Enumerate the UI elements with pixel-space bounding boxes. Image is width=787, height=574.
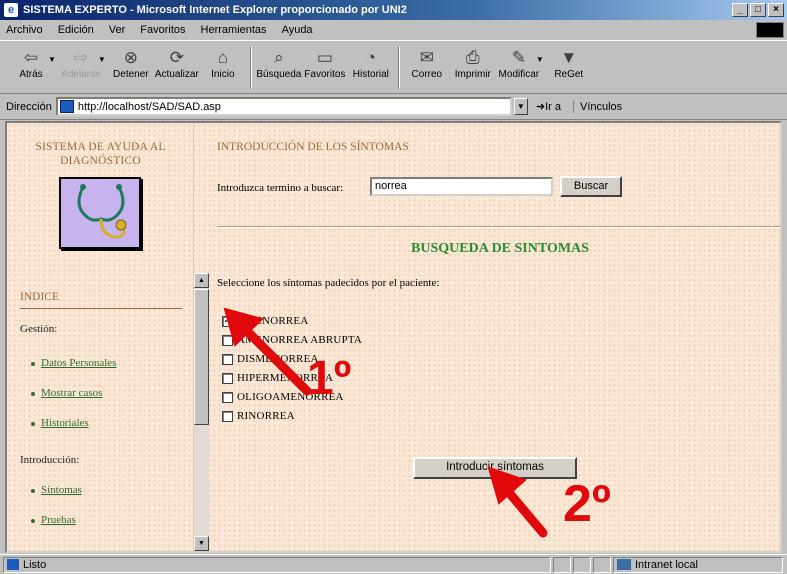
address-url: http://localhost/SAD/SAD.asp bbox=[77, 100, 221, 113]
page-content: SISTEMA DE AYUDA AL DIAGNÓSTICO INDICE G… bbox=[5, 121, 782, 553]
menu-ayuda[interactable]: Ayuda bbox=[282, 24, 313, 36]
instruction-text: Seleccione los síntomas padecidos por el… bbox=[217, 277, 440, 289]
printer-icon: ⎙ bbox=[466, 48, 480, 67]
address-input[interactable]: http://localhost/SAD/SAD.asp bbox=[55, 97, 512, 116]
symptom-checkbox[interactable] bbox=[222, 334, 233, 346]
status-section bbox=[573, 556, 591, 573]
windows-logo-icon bbox=[756, 22, 784, 38]
left-frame-scrollbar[interactable]: ▲ ▼ bbox=[194, 273, 209, 551]
symptom-checkbox[interactable] bbox=[222, 391, 233, 403]
search-button[interactable]: Buscar bbox=[560, 176, 622, 197]
search-label: Introduzca termino a buscar: bbox=[217, 182, 344, 194]
index-heading: INDICE bbox=[20, 291, 59, 303]
reget-funnel-icon: ▼ bbox=[560, 48, 578, 67]
forward-dropdown-icon[interactable]: ▼ bbox=[98, 55, 106, 64]
status-text-section: Listo bbox=[3, 556, 551, 573]
page-done-icon bbox=[7, 559, 19, 570]
mail-icon: ✉ bbox=[419, 48, 434, 67]
menu-edicion[interactable]: Edición bbox=[58, 24, 94, 36]
history-button[interactable]: ◔ Historial bbox=[348, 47, 394, 80]
stop-icon: ⊗ bbox=[123, 48, 138, 67]
symptom-item[interactable]: AMENORREA ABRUPTA bbox=[222, 334, 362, 346]
scrollbar-thumb[interactable] bbox=[194, 289, 209, 425]
symptom-item[interactable]: ✓ AMENORREA bbox=[222, 315, 308, 327]
symptom-checkbox[interactable] bbox=[222, 372, 233, 384]
system-title: SISTEMA DE AYUDA AL DIAGNÓSTICO bbox=[35, 141, 166, 167]
links-button[interactable]: Vínculos bbox=[572, 100, 622, 113]
address-bar: Dirección http://localhost/SAD/SAD.asp ▼… bbox=[0, 94, 787, 120]
symptom-item[interactable]: RINORREA bbox=[222, 410, 295, 422]
page-title: INTRODUCCIÓN DE LOS SÍNTOMAS bbox=[217, 141, 409, 153]
back-arrow-icon: ⇦ bbox=[23, 48, 39, 67]
status-section bbox=[593, 556, 611, 573]
index-divider bbox=[20, 308, 182, 309]
gestion-label: Gestión: bbox=[20, 323, 58, 335]
scroll-down-icon[interactable]: ▼ bbox=[194, 536, 209, 551]
stethoscope-logo-icon bbox=[59, 177, 141, 249]
address-dropdown-icon[interactable]: ▼ bbox=[513, 98, 528, 115]
menu-herramientas[interactable]: Herramientas bbox=[201, 24, 267, 36]
step-1-annotation: 1º bbox=[307, 352, 352, 405]
history-icon: ◔ bbox=[365, 48, 376, 67]
address-label: Dirección bbox=[6, 100, 52, 113]
window-title-bar[interactable]: e SISTEMA EXPERTO - Microsoft Internet E… bbox=[0, 0, 787, 20]
nav-link-mostrar-casos[interactable]: Mostrar casos bbox=[31, 387, 102, 399]
close-button[interactable]: × bbox=[768, 3, 784, 17]
step-2-annotation: 2º bbox=[563, 475, 611, 533]
edit-dropdown-icon[interactable]: ▼ bbox=[536, 55, 544, 64]
toolbar-separator bbox=[397, 47, 400, 89]
left-frame: SISTEMA DE AYUDA AL DIAGNÓSTICO INDICE G… bbox=[7, 123, 194, 551]
refresh-icon: ⟳ bbox=[169, 48, 184, 67]
print-button[interactable]: ⎙ Imprimir bbox=[450, 47, 496, 80]
go-button[interactable]: ➜Ir a bbox=[536, 100, 561, 113]
reget-button[interactable]: ▼ ReGet bbox=[546, 47, 592, 80]
results-heading: BUSQUEDA DE SINTOMAS bbox=[411, 241, 589, 256]
nav-link-datos-personales[interactable]: Datos Personales bbox=[31, 357, 116, 369]
status-bar: Listo Intranet local bbox=[0, 554, 787, 574]
menu-ver[interactable]: Ver bbox=[109, 24, 126, 36]
forward-arrow-icon: ⇨ bbox=[73, 48, 89, 67]
scroll-up-icon[interactable]: ▲ bbox=[194, 273, 209, 288]
introduccion-label: Introducción: bbox=[20, 454, 80, 466]
search-input[interactable]: norrea bbox=[370, 177, 553, 196]
zone-section: Intranet local bbox=[613, 556, 783, 573]
section-divider bbox=[217, 226, 780, 228]
ie-logo-icon: e bbox=[4, 3, 18, 17]
nav-link-sintomas[interactable]: Sintomas bbox=[31, 484, 82, 496]
menu-archivo[interactable]: Archivo bbox=[6, 24, 43, 36]
favorites-button[interactable]: ▭ Favoritos bbox=[302, 47, 348, 80]
submit-symptoms-button[interactable]: Introducir síntomas bbox=[413, 457, 577, 479]
symptom-checkbox[interactable] bbox=[222, 410, 233, 422]
search-icon: ⌕ bbox=[274, 48, 284, 67]
maximize-button[interactable]: □ bbox=[750, 3, 766, 17]
home-button[interactable]: ⌂ Inicio bbox=[200, 47, 246, 80]
nav-link-historiales[interactable]: Historiales bbox=[31, 417, 89, 429]
edit-page-icon: ✎ bbox=[511, 48, 526, 67]
page-icon bbox=[59, 100, 74, 113]
toolbar-separator bbox=[249, 47, 252, 89]
mail-button[interactable]: ✉ Correo bbox=[404, 47, 450, 80]
refresh-button[interactable]: ⟳ Actualizar bbox=[154, 47, 200, 80]
home-icon: ⌂ bbox=[217, 48, 228, 67]
status-section bbox=[553, 556, 571, 573]
window-title: SISTEMA EXPERTO - Microsoft Internet Exp… bbox=[23, 4, 407, 16]
menu-bar: Archivo Edición Ver Favoritos Herramient… bbox=[0, 20, 787, 40]
nav-link-pruebas[interactable]: Pruebas bbox=[31, 514, 76, 526]
search-toolbar-button[interactable]: ⌕ Búsqueda bbox=[256, 47, 302, 80]
toolbar: ⇦ Atrás ▼ ⇨ Adelante ▼ ⊗ Detener ⟳ Actualiza… bbox=[0, 40, 787, 94]
symptom-item[interactable]: DISMENORREA bbox=[222, 353, 319, 365]
minimize-button[interactable]: _ bbox=[732, 3, 748, 17]
favorites-folder-icon: ▭ bbox=[316, 48, 333, 67]
intranet-icon bbox=[617, 559, 631, 570]
symptom-checkbox[interactable]: ✓ bbox=[222, 315, 233, 327]
menu-favoritos[interactable]: Favoritos bbox=[140, 24, 185, 36]
back-dropdown-icon[interactable]: ▼ bbox=[48, 55, 56, 64]
symptom-checkbox[interactable] bbox=[222, 353, 233, 365]
stop-button[interactable]: ⊗ Detener bbox=[108, 47, 154, 80]
